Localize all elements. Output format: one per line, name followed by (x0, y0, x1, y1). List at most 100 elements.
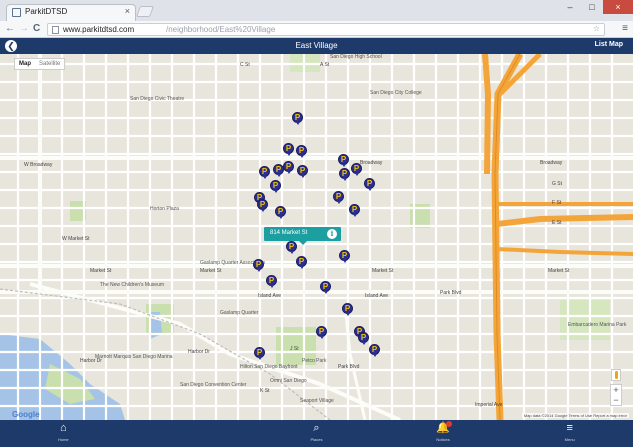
parking-pin-icon[interactable]: P (275, 206, 286, 219)
map-label: W Market St (62, 236, 90, 242)
map-type-map[interactable]: Map (15, 59, 35, 69)
parking-pin-icon[interactable]: P (296, 256, 307, 269)
zoom-out-button[interactable]: − (611, 395, 621, 405)
map-label: Broadway (540, 160, 563, 166)
page-icon (52, 26, 59, 34)
address-bar[interactable]: www.parkitdtsd.com /neighborhood/East%20… (47, 23, 605, 36)
home-icon: ⌂ (59, 422, 67, 434)
bottom-navigation: ⌂ Home ⌕ Places 🔔 Notices ≡ Menu (0, 420, 633, 447)
map-label: Horton Plaza (150, 206, 179, 212)
page-title: East Village (295, 41, 338, 50)
tab-parkitdtsd[interactable]: ParkitDTSD × (6, 4, 136, 21)
parking-pin-icon[interactable]: P (358, 332, 369, 345)
parking-pin-icon[interactable]: P (342, 303, 353, 316)
back-arrow-icon[interactable]: ← (5, 22, 15, 36)
reload-icon[interactable]: C (33, 22, 40, 36)
parking-pin-icon[interactable]: P (316, 326, 327, 339)
map-label: Park Blvd (440, 290, 462, 296)
tab-close-icon[interactable]: × (125, 6, 130, 16)
map-label: Island Ave (258, 293, 281, 299)
map-label: F St (552, 200, 562, 206)
map-label: Marriott Marquis San Diego Marina (95, 354, 173, 360)
forward-arrow-icon[interactable]: → (19, 22, 29, 36)
nav-menu-label: Menu (564, 437, 575, 442)
callout-address: 814 Market St (270, 230, 308, 236)
maximize-button[interactable]: □ (581, 0, 603, 14)
parking-pin-icon[interactable]: P (369, 344, 380, 357)
street-view-pegman-icon[interactable] (611, 369, 621, 381)
parking-pin-icon[interactable]: P (266, 275, 277, 288)
nav-menu[interactable]: ≡ Menu (506, 420, 633, 447)
back-button[interactable]: ❮ (5, 40, 17, 52)
map-label: Hilton San Diego Bayfront (240, 364, 298, 370)
map-view[interactable]: Map Satellite Broadway Broadway Market St M… (0, 54, 633, 420)
parking-pin-icon[interactable]: P (254, 347, 265, 360)
new-tab-button[interactable] (135, 6, 155, 17)
parking-pin-icon[interactable]: P (338, 154, 349, 167)
parking-pin-icon[interactable]: P (292, 112, 303, 125)
google-logo: Google (12, 410, 40, 419)
menu-icon: ≡ (566, 422, 573, 434)
nav-notices-label: Notices (436, 437, 450, 442)
parking-pin-icon[interactable]: P (296, 145, 307, 158)
map-label: J St (290, 346, 299, 352)
tab-strip: ParkitDTSD × – □ × (0, 0, 633, 21)
minimize-button[interactable]: – (559, 0, 581, 14)
parking-pin-icon[interactable]: P (257, 199, 268, 212)
parking-pin-icon[interactable]: P (333, 191, 344, 204)
parking-pin-icon[interactable]: P (283, 143, 294, 156)
map-label: Market St (90, 268, 112, 274)
parking-pin-icon[interactable]: P (283, 161, 294, 174)
parking-pin-icon[interactable]: P (286, 241, 297, 254)
tab-title: ParkitDTSD (25, 7, 68, 16)
map-label: San Diego High School (330, 54, 382, 60)
map-label: Island Ave (365, 293, 388, 299)
list-map-button[interactable]: List Map (595, 41, 623, 48)
parking-pin-icon[interactable]: P (364, 178, 375, 191)
map-attribution[interactable]: Map data ©2014 Google Terms of Use Repor… (521, 413, 629, 418)
url-path: /neighborhood/East%20Village (166, 25, 276, 34)
browser-window: ParkitDTSD × – □ × ← → C www.parkitdtsd.… (0, 0, 633, 447)
map-label: Embarcadero Marina Park (568, 322, 627, 328)
parking-pin-icon[interactable]: P (349, 204, 360, 217)
info-icon[interactable]: i (327, 229, 337, 239)
favicon-icon (12, 8, 21, 17)
url-host: www.parkitdtsd.com (63, 25, 135, 34)
map-label: Market St (372, 268, 394, 274)
map-label: A St (320, 62, 330, 68)
window-controls: – □ × (559, 0, 633, 14)
map-label: Imperial Ave (475, 402, 503, 408)
parking-pin-icon[interactable]: P (259, 166, 270, 179)
close-window-button[interactable]: × (603, 0, 633, 14)
parking-pin-icon[interactable]: P (270, 180, 281, 193)
parking-pin-icon[interactable]: P (253, 259, 264, 272)
bookmark-star-icon[interactable]: ☆ (593, 24, 600, 33)
location-callout[interactable]: 814 Market St i (264, 227, 341, 245)
map-label: W Broadway (24, 162, 53, 168)
parking-pin-icon[interactable]: P (297, 165, 308, 178)
parking-pin-icon[interactable]: P (351, 163, 362, 176)
freeway (482, 54, 633, 420)
nav-notices[interactable]: 🔔 Notices (380, 420, 507, 447)
nav-blank[interactable] (127, 420, 254, 447)
parking-pin-icon[interactable]: P (339, 168, 350, 181)
nav-home[interactable]: ⌂ Home (0, 420, 127, 447)
zoom-in-button[interactable]: + (611, 385, 621, 395)
browser-toolbar: ← → C www.parkitdtsd.com /neighborhood/E… (0, 21, 633, 38)
map-label: Harbor Dr (80, 358, 102, 364)
nav-search[interactable]: ⌕ Places (253, 420, 380, 447)
browser-menu-icon[interactable]: ≡ (622, 23, 628, 34)
map-label: The New Children's Museum (100, 282, 165, 288)
parking-pin-icon[interactable]: P (339, 250, 350, 263)
nav-search-label: Places (310, 437, 323, 442)
map-label: Seaport Village (300, 398, 334, 404)
map-type-control[interactable]: Map Satellite (14, 58, 66, 70)
map-label: Harbor Dr (188, 349, 210, 355)
map-label: Park Blvd (338, 364, 360, 370)
map-type-satellite[interactable]: Satellite (35, 59, 64, 69)
parking-pin-icon[interactable]: P (320, 281, 331, 294)
map-label: San Diego City College (370, 90, 422, 96)
map-label: Broadway (360, 160, 383, 166)
map-label: Gaslamp Quarter (220, 310, 259, 316)
map-label: Omni San Diego (270, 378, 307, 384)
